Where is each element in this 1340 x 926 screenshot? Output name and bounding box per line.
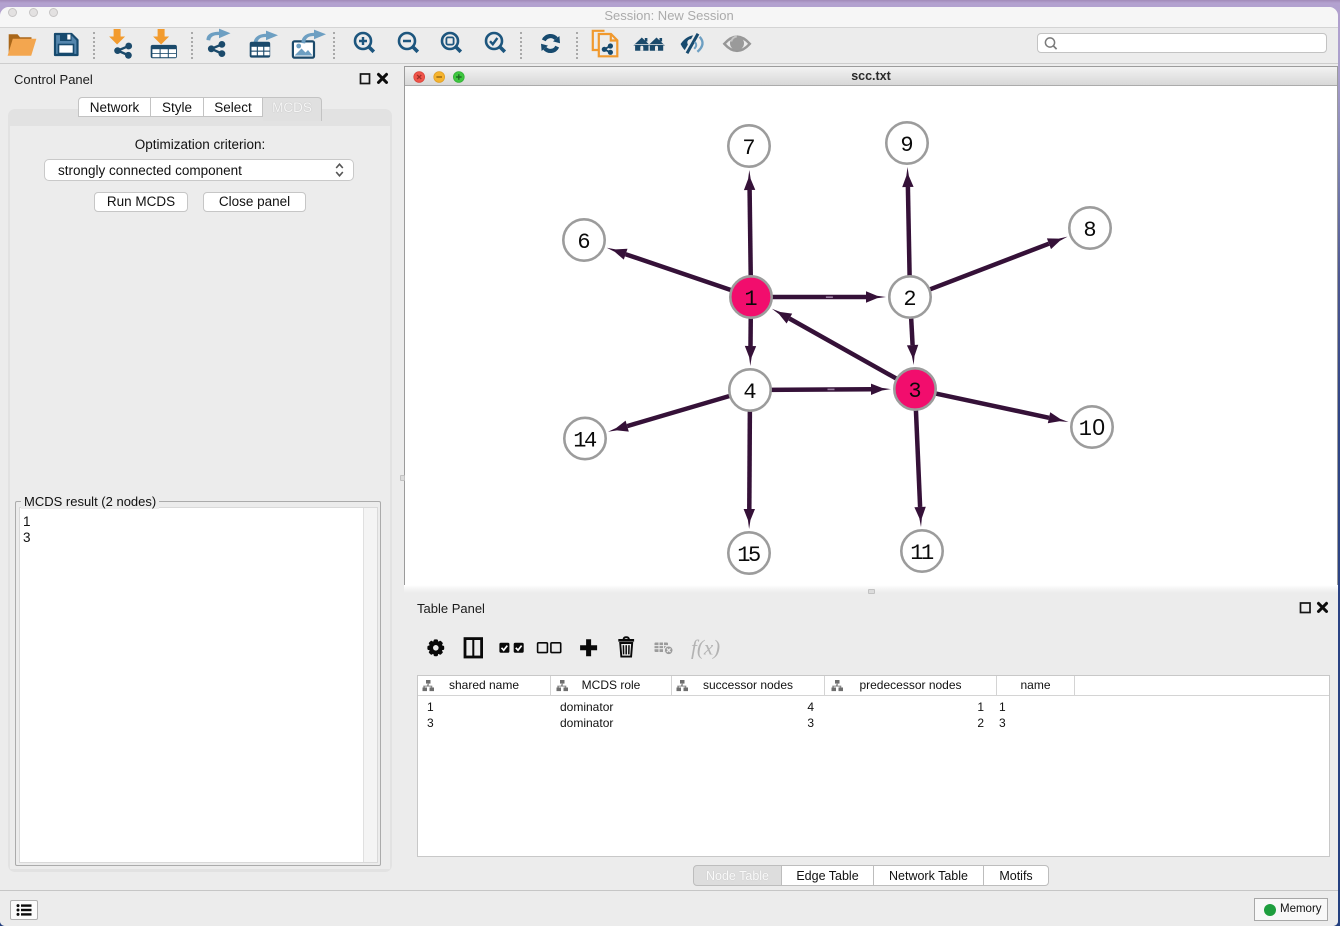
svg-text:7: 7: [742, 136, 755, 161]
svg-text:1: 1: [744, 287, 757, 312]
svg-text:14: 14: [573, 429, 597, 454]
svg-text:4: 4: [743, 380, 756, 405]
svg-text:3: 3: [908, 379, 921, 404]
svg-text:8: 8: [1083, 218, 1096, 243]
svg-text:1: 1: [1079, 417, 1092, 442]
svg-text:6: 6: [577, 230, 590, 255]
svg-text:15: 15: [737, 543, 760, 568]
svg-text:11: 11: [910, 541, 934, 566]
svg-text:f(x): f(x): [691, 636, 720, 660]
svg-text:2: 2: [903, 287, 916, 312]
svg-text:0: 0: [1092, 414, 1105, 440]
svg-text:9: 9: [900, 133, 913, 158]
